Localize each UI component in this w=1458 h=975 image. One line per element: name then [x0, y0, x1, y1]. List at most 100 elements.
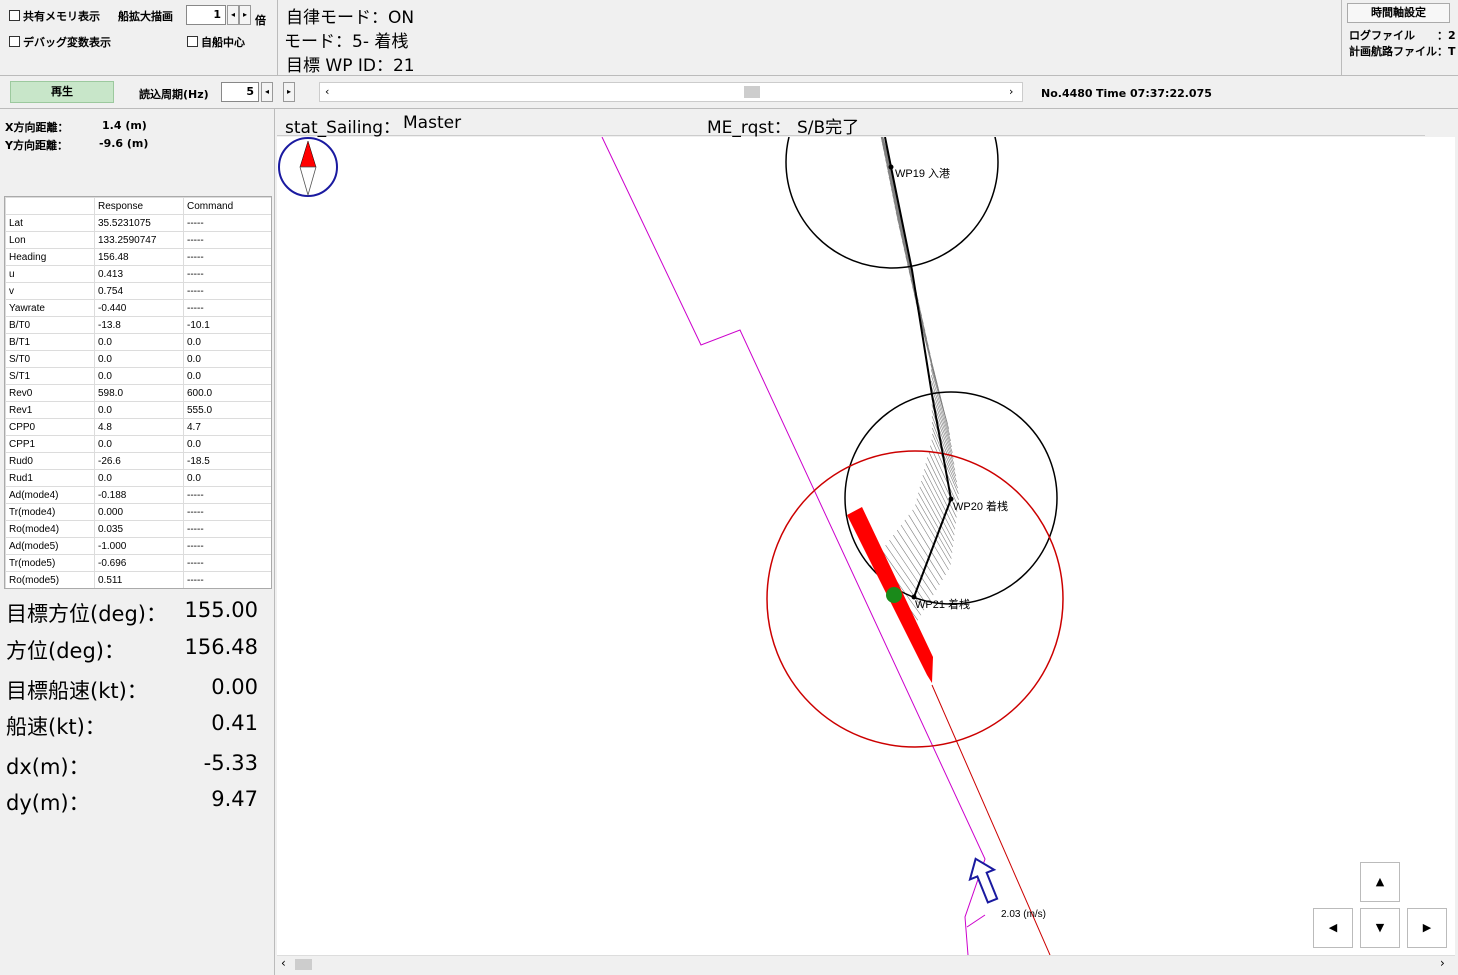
- table-cell: 35.5231075: [94, 214, 184, 232]
- table-cell: 0.0: [183, 435, 271, 453]
- table-cell: -----: [183, 265, 271, 283]
- table-row: B/T0 -13.8 -10.1: [5, 316, 271, 334]
- table-cell: 0.0: [183, 333, 271, 351]
- hull-outline: [918, 492, 953, 553]
- info-label: dx(m)：: [6, 755, 90, 779]
- table-cell: Rud0: [5, 452, 95, 470]
- ship-zoom-increment[interactable]: ▸: [239, 5, 251, 25]
- divider: [1341, 0, 1342, 75]
- table-cell: 0.754: [94, 282, 184, 300]
- table-cell: Tr(mode5): [5, 554, 95, 572]
- current-speed-label: 2.03 (m/s): [1001, 909, 1046, 920]
- pan-up-button[interactable]: ▲: [1360, 862, 1400, 902]
- y-distance-value: -9.6 (m): [99, 137, 149, 150]
- table-cell: -0.188: [94, 486, 184, 504]
- table-cell: 600.0: [183, 384, 271, 402]
- table-cell: S/T0: [5, 350, 95, 368]
- shared-memory-checkbox[interactable]: 共有メモリ表示: [9, 8, 100, 24]
- checkbox-box[interactable]: [9, 36, 20, 47]
- read-cycle-decrement[interactable]: ◂: [261, 82, 273, 102]
- table-cell: -----: [183, 214, 271, 232]
- table-cell: Heading: [5, 248, 95, 266]
- telemetry-table-container: Response Command Lat 35.5231075 ----- Lon 13…: [4, 196, 272, 589]
- checkbox-box[interactable]: [9, 10, 20, 21]
- table-cell: 0.0: [94, 401, 184, 419]
- time-axis-settings-button[interactable]: 時間軸設定: [1347, 3, 1450, 23]
- timeline-scroll-thumb[interactable]: [744, 86, 760, 98]
- map-status-bar: stat_Sailing： Master ME_rqst： S/B完了: [277, 110, 1425, 138]
- playback-time: Time 07:37:22.075: [1096, 87, 1212, 100]
- table-header-cell: Response: [94, 197, 184, 215]
- table-row: B/T1 0.0 0.0: [5, 333, 271, 351]
- read-cycle-input[interactable]: 5: [221, 82, 259, 102]
- scroll-right-icon[interactable]: ›: [1009, 85, 1013, 98]
- table-cell: 0.511: [94, 571, 184, 588]
- table-cell: -----: [183, 486, 271, 504]
- wp19-label: WP19 入港: [895, 167, 950, 180]
- stat-sailing-label: stat_Sailing：: [285, 118, 401, 138]
- ship-zoom-input[interactable]: 1: [186, 5, 226, 25]
- own-ship-center-checkbox[interactable]: 自船中心: [187, 34, 245, 50]
- table-cell: Lon: [5, 231, 95, 249]
- table-cell: 0.0: [94, 350, 184, 368]
- checkbox-box[interactable]: [187, 36, 198, 47]
- ship-center-icon: [886, 587, 902, 603]
- table-row: Rev0 598.0 600.0: [5, 384, 271, 402]
- table-row: Yawrate -0.440 -----: [5, 299, 271, 317]
- timeline-scrollbar[interactable]: ‹ ›: [319, 82, 1023, 102]
- map-scroll-thumb[interactable]: [295, 959, 312, 970]
- table-cell: Ro(mode4): [5, 520, 95, 538]
- table-cell: -26.6: [94, 452, 184, 470]
- right-arrow-icon: ▶: [1422, 921, 1432, 934]
- table-row: Lon 133.2590747 -----: [5, 231, 271, 249]
- table-cell: Rev1: [5, 401, 95, 419]
- table-cell: 0.0: [183, 350, 271, 368]
- table-cell: 0.0: [183, 367, 271, 385]
- table-cell: S/T1: [5, 367, 95, 385]
- read-cycle-increment[interactable]: ▸: [283, 82, 295, 102]
- me-request-value: S/B完了: [797, 118, 860, 138]
- info-value: 156.48: [184, 635, 258, 659]
- x-distance-label: X方向距離：: [5, 121, 69, 134]
- up-arrow-icon: ▲: [1375, 875, 1385, 888]
- table-row: u 0.413 -----: [5, 265, 271, 283]
- plan-file-label: 計画航路ファイル：T: [1349, 45, 1456, 58]
- table-cell: -10.1: [183, 316, 271, 334]
- pan-right-button[interactable]: ▶: [1407, 908, 1447, 948]
- table-cell: -----: [183, 520, 271, 538]
- play-button[interactable]: 再生: [10, 81, 114, 103]
- table-row: Rud0 -26.6 -18.5: [5, 452, 271, 470]
- map-canvas[interactable]: WP19 入港 WP20 着桟 WP21 着桟 2.03 (m/s): [277, 137, 1455, 955]
- info-label: dy(m)：: [6, 791, 90, 815]
- pan-down-button[interactable]: ▼: [1360, 908, 1400, 948]
- debug-vars-checkbox[interactable]: デバッグ変数表示: [9, 34, 111, 50]
- info-label: 方位(deg)：: [6, 639, 125, 663]
- table-cell: 0.0: [94, 367, 184, 385]
- table-cell: B/T1: [5, 333, 95, 351]
- target-wp-status: 目標 WP ID：21: [286, 56, 415, 76]
- table-cell: 0.0: [94, 435, 184, 453]
- scroll-left-icon[interactable]: ‹: [325, 85, 329, 98]
- ship-zoom-decrement[interactable]: ◂: [227, 5, 239, 25]
- table-cell: Ad(mode4): [5, 486, 95, 504]
- stat-sailing-value: Master: [403, 113, 462, 133]
- hull-outline: [916, 498, 952, 559]
- table-cell: -----: [183, 231, 271, 249]
- compass-icon: [278, 137, 338, 197]
- track-hull: [870, 137, 959, 626]
- info-value: 0.00: [211, 675, 258, 699]
- table-row: Ad(mode5) -1.000 -----: [5, 537, 271, 555]
- table-cell: 4.7: [183, 418, 271, 436]
- table-cell: Tr(mode4): [5, 503, 95, 521]
- table-cell: -1.000: [94, 537, 184, 555]
- pan-left-button[interactable]: ◀: [1313, 908, 1353, 948]
- scroll-left-icon[interactable]: ‹: [281, 956, 286, 970]
- table-cell: -----: [183, 554, 271, 572]
- map-svg[interactable]: WP19 入港 WP20 着桟 WP21 着桟 2.03 (m/s): [277, 137, 1455, 955]
- table-row: Rud1 0.0 0.0: [5, 469, 271, 487]
- map-scrollbar[interactable]: ‹ ›: [277, 955, 1455, 973]
- table-cell: 0.0: [94, 333, 184, 351]
- scroll-right-icon[interactable]: ›: [1440, 956, 1445, 970]
- record-number: No.4480: [1041, 87, 1093, 100]
- table-row: Lat 35.5231075 -----: [5, 214, 271, 232]
